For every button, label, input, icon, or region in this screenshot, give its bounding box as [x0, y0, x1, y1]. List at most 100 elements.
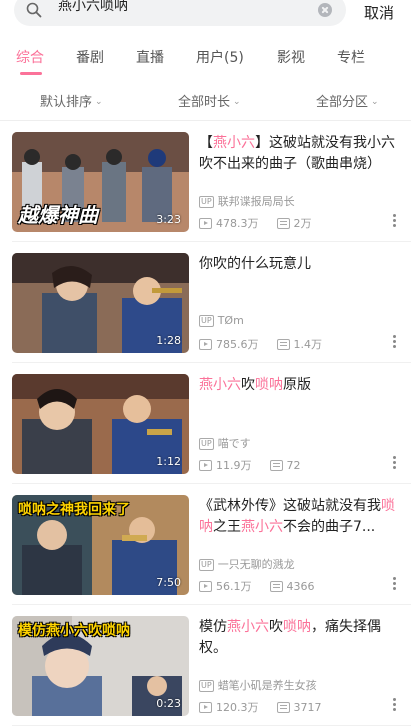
title-text: 之王 [213, 519, 241, 535]
search-input[interactable]: 燕小六唢呐 [58, 0, 128, 14]
uploader-row[interactable]: UP 一只无聊的溅龙 [199, 556, 295, 572]
thumbnail-overlay-text: 模仿燕小六吹唢呐 [18, 623, 130, 639]
play-count-icon [199, 460, 212, 471]
play-count-icon [199, 581, 212, 592]
more-options-icon[interactable] [393, 456, 397, 472]
chevron-down-icon: ⌄ [233, 97, 241, 107]
danmaku-icon [276, 218, 290, 229]
tab-users[interactable]: 用户(5) [196, 47, 244, 67]
filter-bar: 默认排序 ⌄ 全部时长 ⌄ 全部分区 ⌄ [0, 82, 411, 118]
search-bar: 燕小六唢呐 取消 [0, 0, 411, 28]
video-thumbnail[interactable]: 1:12 [12, 374, 189, 474]
filter-sort-label: 默认排序 [40, 95, 93, 110]
clear-icon[interactable] [318, 3, 332, 17]
video-result-item[interactable]: 1:12 燕小六吹唢呐原版 UP 喵です 11.9万 72 [0, 363, 411, 484]
title-text: 原版 [283, 377, 311, 393]
filter-zone[interactable]: 全部分区 ⌄ [316, 91, 379, 110]
uploader-name: 一只无聊的溅龙 [217, 558, 295, 571]
video-duration: 7:50 [156, 576, 181, 589]
danmaku-count: 2万 [276, 215, 312, 231]
tab-movies[interactable]: 影视 [277, 47, 305, 67]
cancel-button[interactable]: 取消 [364, 2, 394, 23]
video-result-item[interactable]: 唢呐之神我回来了 7:50 《武林外传》这破站就没有我唢呐之王燕小六不会的曲子7..… [0, 484, 411, 605]
video-thumbnail[interactable]: 越爆神曲 3:23 [12, 132, 189, 232]
tab-active-underline [20, 72, 42, 75]
highlighted-keyword: 燕小六 [199, 377, 241, 393]
video-duration: 3:23 [156, 213, 181, 226]
danmaku-count-value: 4366 [286, 580, 315, 593]
video-result-item[interactable]: 模仿燕小六吹唢呐 0:23 模仿燕小六吹唢呐，痛失择偶权。 UP 蜡笔小矶是养生女孩 12… [0, 605, 411, 726]
video-title[interactable]: 你吹的什么玩意儿 [199, 254, 399, 275]
chevron-down-icon: ⌄ [95, 97, 103, 107]
more-options-icon[interactable] [393, 214, 397, 230]
tab-live[interactable]: 直播 [136, 47, 164, 67]
view-count-value: 785.6万 [216, 338, 259, 351]
tab-anime[interactable]: 番剧 [76, 47, 104, 67]
view-count-value: 478.3万 [216, 217, 259, 230]
up-badge-icon: UP [199, 438, 214, 450]
video-thumbnail[interactable]: 1:28 [12, 253, 189, 353]
uploader-name: 喵です [217, 437, 251, 450]
uploader-row[interactable]: UP TØm [199, 314, 244, 327]
more-options-icon[interactable] [393, 577, 397, 593]
up-badge-icon: UP [199, 315, 214, 327]
uploader-name: 联邦谍报局局长 [217, 195, 295, 208]
thumbnail-overlay-text: 越爆神曲 [18, 203, 98, 227]
title-text: 模仿 [199, 619, 227, 635]
filter-duration[interactable]: 全部时长 ⌄ [178, 91, 241, 110]
uploader-row[interactable]: UP 联邦谍报局局长 [199, 193, 295, 209]
video-duration: 1:12 [156, 455, 181, 468]
uploader-row[interactable]: UP 喵です [199, 435, 251, 451]
more-options-icon[interactable] [393, 698, 397, 714]
search-icon [26, 2, 42, 18]
view-count: 11.9万 [199, 457, 252, 473]
view-count: 56.1万 [199, 578, 252, 594]
uploader-row[interactable]: UP 蜡笔小矶是养生女孩 [199, 677, 317, 693]
danmaku-icon [269, 460, 283, 471]
view-count-value: 11.9万 [216, 459, 252, 472]
stats-row: 120.3万 3717 [199, 699, 399, 715]
filter-duration-label: 全部时长 [178, 95, 231, 110]
highlighted-keyword: 燕小六 [213, 135, 255, 151]
danmaku-icon [269, 581, 283, 592]
stats-row: 11.9万 72 [199, 457, 399, 473]
title-text: 《武林外传》这破站就没有我 [199, 498, 381, 514]
title-text: 【 [199, 135, 213, 151]
filter-zone-label: 全部分区 [316, 95, 369, 110]
tab-articles[interactable]: 专栏 [337, 47, 365, 67]
filter-sort[interactable]: 默认排序 ⌄ [40, 91, 103, 110]
danmaku-icon [276, 702, 290, 713]
video-duration: 1:28 [156, 334, 181, 347]
video-thumbnail[interactable]: 模仿燕小六吹唢呐 0:23 [12, 616, 189, 716]
view-count: 120.3万 [199, 699, 259, 715]
uploader-name: TØm [217, 314, 244, 327]
video-title[interactable]: 【燕小六】这破站就没有我小六吹不出来的曲子（歌曲串烧） [199, 133, 399, 175]
title-text: 吹 [269, 619, 283, 635]
title-text: 你吹的什么玩意儿 [199, 256, 311, 272]
play-count-icon [199, 702, 212, 713]
tab-comprehensive[interactable]: 综合 [16, 47, 44, 67]
video-result-item[interactable]: 越爆神曲 3:23 【燕小六】这破站就没有我小六吹不出来的曲子（歌曲串烧） UP 联邦谍… [0, 121, 411, 242]
video-title[interactable]: 模仿燕小六吹唢呐，痛失择偶权。 [199, 617, 399, 659]
view-count-value: 120.3万 [216, 701, 259, 714]
chevron-down-icon: ⌄ [371, 97, 379, 107]
danmaku-count: 1.4万 [276, 336, 323, 352]
video-duration: 0:23 [156, 697, 181, 710]
thumbnail-overlay-text: 唢呐之神我回来了 [18, 502, 130, 518]
title-text: 吹 [241, 377, 255, 393]
highlighted-keyword: 唢呐 [255, 377, 283, 393]
danmaku-count: 3717 [276, 701, 322, 714]
danmaku-icon [276, 339, 290, 350]
up-badge-icon: UP [199, 680, 214, 692]
play-count-icon [199, 218, 212, 229]
highlighted-keyword: 唢呐 [283, 619, 311, 635]
video-title[interactable]: 燕小六吹唢呐原版 [199, 375, 399, 396]
video-result-item[interactable]: 1:28 你吹的什么玩意儿 UP TØm 785.6万 1.4万 [0, 242, 411, 363]
danmaku-count-value: 3717 [293, 701, 322, 714]
search-box[interactable]: 燕小六唢呐 [14, 0, 346, 26]
danmaku-count-value: 1.4万 [293, 338, 323, 351]
danmaku-count-value: 72 [286, 459, 301, 472]
more-options-icon[interactable] [393, 335, 397, 351]
video-title[interactable]: 《武林外传》这破站就没有我唢呐之王燕小六不会的曲子7... [199, 496, 399, 538]
video-thumbnail[interactable]: 唢呐之神我回来了 7:50 [12, 495, 189, 595]
